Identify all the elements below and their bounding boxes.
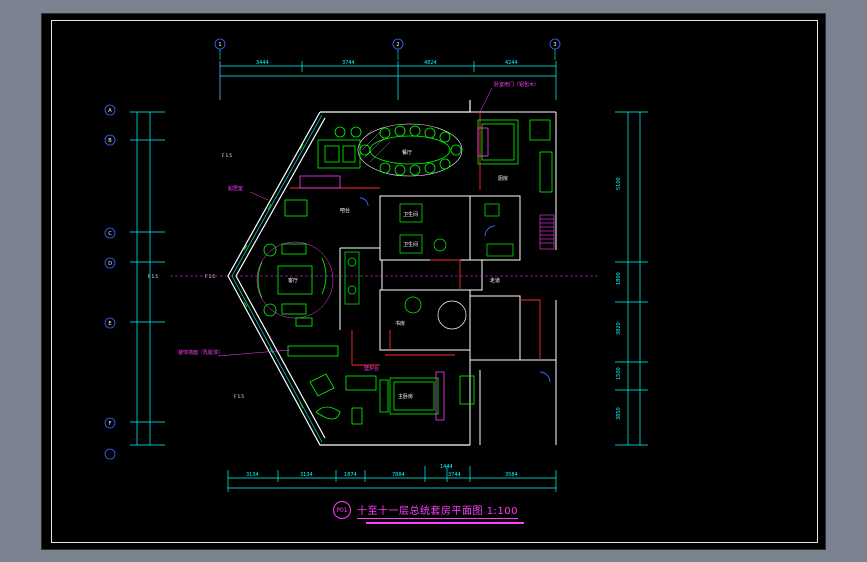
level-1: F 1.5 <box>222 153 232 158</box>
bottom-subdim: 3744 <box>448 472 461 478</box>
bed-top-right <box>477 119 553 193</box>
row-bubble-f: F <box>109 421 112 427</box>
right-dim-5: 3850 <box>616 407 622 420</box>
row-bubble-a: A <box>108 108 112 114</box>
bottom-dim-4: 7884 <box>392 472 405 478</box>
level-4: F 1.5 <box>148 274 158 279</box>
top-dim-4: 4244 <box>505 60 518 66</box>
bottom-dim-3: 1874 <box>344 472 357 478</box>
top-dimension-chain <box>219 61 557 100</box>
right-dim-1: 5100 <box>616 177 622 190</box>
drawing-scale: 1:100 <box>486 505 519 517</box>
curtain-wall <box>231 114 323 443</box>
label-living: 客厅 <box>288 277 298 284</box>
grid-bubbles-top <box>214 38 561 50</box>
label-corridor: 走道 <box>490 277 500 284</box>
label-bar: 吧台 <box>340 207 350 214</box>
title-badge: P01 <box>333 501 351 519</box>
floor-plan: 3444 3744 4824 4244 1 2 3 A B C D E F 51… <box>104 38 648 492</box>
note-left-mid: 起居室 <box>228 185 243 192</box>
drawing-title-block: P01 十至十一层总统套房平面图 1:100 <box>333 500 533 520</box>
row-bubble-c: C <box>108 231 112 237</box>
grid-bubble-1: 1 <box>218 42 221 48</box>
bath-fixtures <box>399 203 514 330</box>
section-lines <box>170 62 600 277</box>
interior-walls <box>339 111 557 445</box>
left-grid-bubbles <box>104 104 116 460</box>
grid-bubble-3: 3 <box>553 42 556 48</box>
level-2: F 1.5 <box>205 274 215 279</box>
row-bubble-e: E <box>108 321 111 327</box>
right-dim-2: 1800 <box>616 272 622 285</box>
label-master-bedroom: 主卧房 <box>398 393 413 400</box>
bottom-dim-2: 3134 <box>300 472 313 478</box>
label-dining: 餐厅 <box>402 149 412 156</box>
leaders <box>217 87 493 357</box>
right-dim-4: 1500 <box>616 367 622 380</box>
label-bath-1: 卫生间 <box>403 211 418 218</box>
label-bath-2: 卫生间 <box>403 241 418 248</box>
label-study: 书房 <box>395 320 405 327</box>
stair <box>539 214 555 250</box>
living-seating <box>256 241 334 327</box>
bottom-dim-5: 1444 <box>440 464 453 470</box>
fireplace <box>344 251 360 305</box>
note-top-right: 卧室用门（铝包木） <box>494 81 539 88</box>
grid-bubble-2: 2 <box>396 42 399 48</box>
drawing-title-text: 十至十一层总统套房平面图 <box>357 505 483 517</box>
annotations: 卧室用门（铝包木） 起居室 装饰墙面（乳胶漆） 壁炉台 <box>178 81 539 372</box>
top-dim-2: 3744 <box>342 60 355 66</box>
label-kitchen: 厨房 <box>498 175 508 182</box>
master-bed <box>379 371 475 421</box>
top-dim-texts: 3444 3744 4824 4244 <box>256 60 518 66</box>
note-center: 壁炉台 <box>364 365 379 372</box>
level-3: F 1.5 <box>234 394 244 399</box>
right-dim-3: 3820 <box>616 322 622 335</box>
title-underline <box>366 522 524 524</box>
drawing-title: 十至十一层总统套房平面图 1:100 <box>357 502 519 519</box>
top-dim-1: 3444 <box>256 60 269 66</box>
note-left-lower: 装饰墙面（乳胶漆） <box>178 349 223 356</box>
room-labels: 餐厅 客厅 主卧房 卫生间 卫生间 书房 厨房 吧台 走道 <box>288 149 508 400</box>
bottom-dim-1: 3134 <box>246 472 259 478</box>
row-bubble-d: D <box>108 261 112 267</box>
red-partitions <box>290 112 541 366</box>
bottom-dimension-chain <box>227 466 557 492</box>
bottom-dim-6: 3584 <box>505 472 518 478</box>
row-bubble-b: B <box>108 138 112 144</box>
top-dim-3: 4824 <box>424 60 437 66</box>
lounge-furniture <box>299 126 362 189</box>
